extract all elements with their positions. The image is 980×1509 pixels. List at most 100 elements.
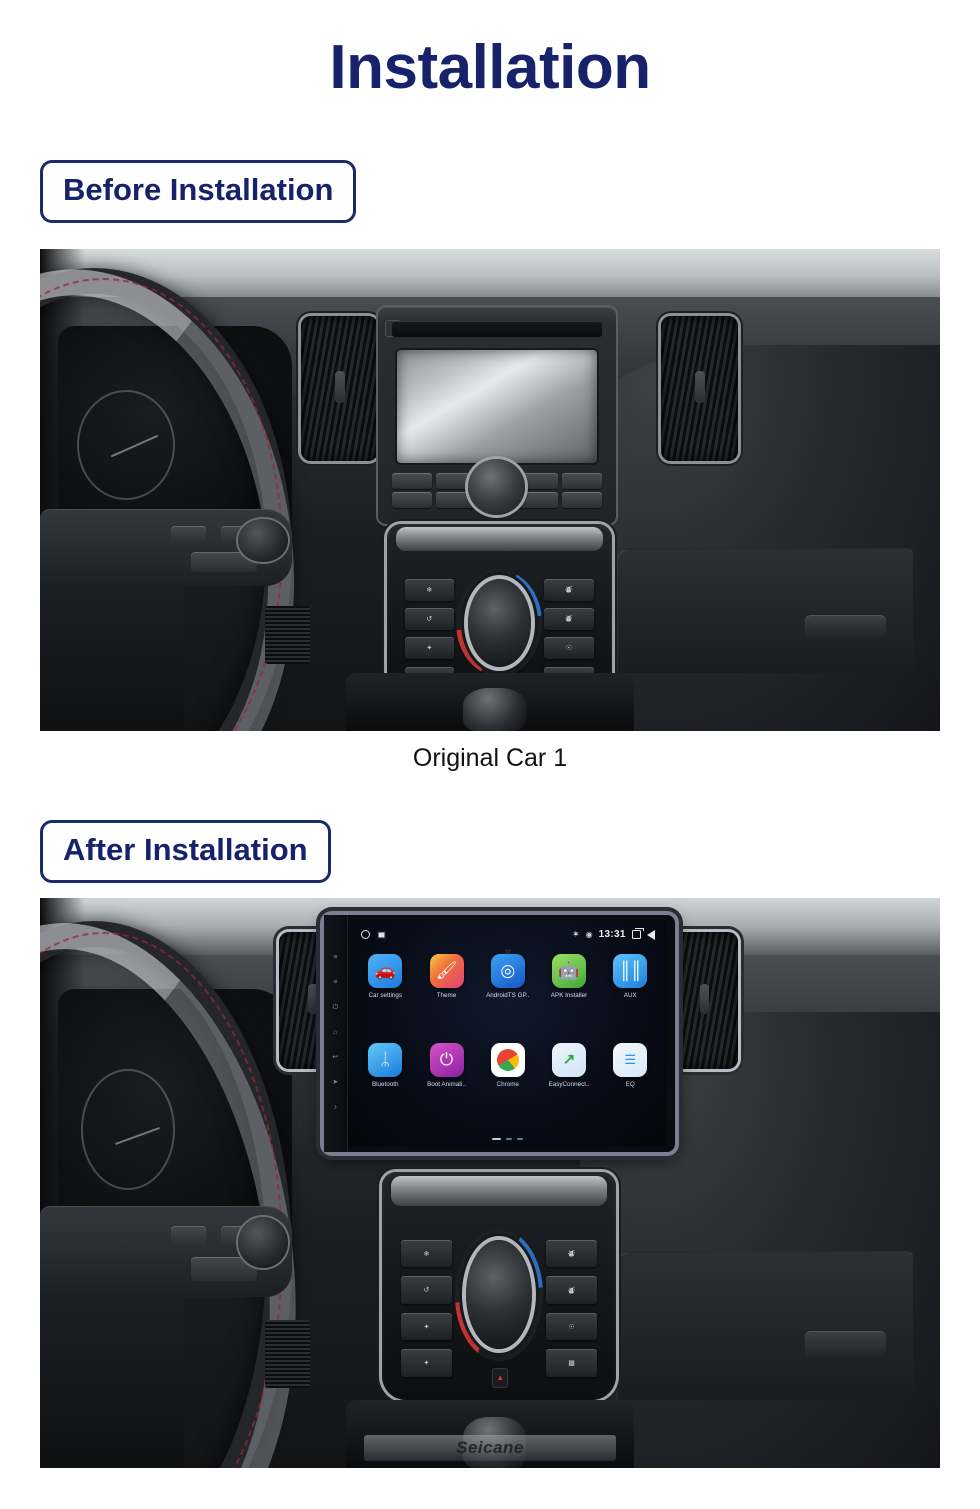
head-unit-bezel-keys[interactable]: ≡ ≡ ⏻ ⌂ ↩ ➤ ♪	[323, 915, 349, 1152]
steering-control-button	[171, 1225, 207, 1246]
radio-button	[391, 473, 432, 489]
gear-icon: ◉	[585, 930, 593, 940]
home-circle-icon[interactable]	[360, 930, 370, 940]
status-bar-right: ✶ ◉ 13:31	[572, 928, 655, 940]
dashboard-scene-after: ≡ ≡ ⏻ ⌂ ↩ ➤ ♪ ✶ ◉ 13:31 🚗 Car settings 🖌…	[40, 898, 940, 1468]
app-androidts-gps[interactable]: ◎ AndroidTS GP..	[480, 953, 535, 1038]
boot-animation-icon[interactable]: ⏻	[429, 1042, 464, 1077]
android-robot-glyph: 🤖	[558, 961, 580, 981]
vent-adjust-tab	[694, 371, 706, 404]
auto-button: ☉	[544, 637, 594, 660]
app-easyconnect[interactable]: ↗ EasyConnect..	[541, 1042, 596, 1127]
app-label: Chrome	[496, 1080, 519, 1088]
app-apk-installer[interactable]: 🤖 APK Installer	[541, 953, 596, 1038]
app-label: APK Installer	[550, 991, 588, 999]
brand-watermark-text: Seicane	[456, 1438, 524, 1458]
glovebox	[616, 547, 913, 674]
screen-mirror-glyph: ↗	[562, 1051, 576, 1069]
ac-button: ❄	[404, 578, 454, 601]
car-glyph: 🚗	[374, 961, 396, 981]
bezel-key-home[interactable]: ⌂	[328, 1029, 342, 1036]
bezel-key-volume-up[interactable]: ≡	[328, 954, 342, 961]
eq-icon[interactable]: ☰	[613, 1042, 648, 1077]
climate-control-panel: ❄ ↺ ✦ ✦ ⛇ ⛇ ☉ ▩ ▲	[382, 1171, 616, 1400]
fan-down-button: ✦	[400, 1312, 453, 1341]
bluetooth-glyph: ᛦ	[380, 1050, 391, 1070]
nav-button	[391, 492, 432, 509]
app-label: Theme	[436, 991, 457, 999]
car-settings-icon[interactable]: 🚗	[368, 953, 403, 988]
chrome-glyph	[496, 1048, 519, 1071]
mode-button: ▩	[545, 1349, 598, 1377]
fan-down-button: ✦	[404, 637, 454, 660]
app-chrome[interactable]: Chrome	[480, 1042, 535, 1127]
aux-icon[interactable]: ║║	[613, 953, 648, 988]
easyconnect-icon[interactable]: ↗	[552, 1042, 586, 1077]
gear-shifter	[463, 687, 526, 731]
app-label: AUX	[623, 991, 637, 999]
android-head-unit[interactable]: ≡ ≡ ⏻ ⌂ ↩ ➤ ♪ ✶ ◉ 13:31 🚗 Car settings 🖌…	[323, 915, 675, 1152]
air-vent-left	[301, 316, 378, 462]
app-label: AndroidTS GP..	[486, 991, 530, 999]
volume-knob	[468, 458, 526, 516]
before-installation-photo: ❄ ↺ ✦ ✦ ⛇ ⛇ ☉ ▩ ▲	[40, 249, 940, 731]
app-boot-animation[interactable]: ⏻ Boot Animati..	[419, 1042, 474, 1127]
app-eq[interactable]: ☰ EQ	[603, 1042, 658, 1127]
tel-button	[561, 473, 602, 489]
home-page-indicator	[348, 1137, 667, 1141]
climate-knob	[467, 578, 531, 667]
app-label: Car settings	[368, 991, 403, 999]
glovebox-handle	[805, 615, 886, 637]
vent-adjust-tab	[308, 984, 318, 1015]
headlight-knob	[238, 1217, 288, 1269]
page-dot[interactable]	[506, 1137, 513, 1141]
factory-screen	[396, 350, 597, 463]
rear-defrost-button: ⛇	[544, 607, 594, 630]
auto-button: ☉	[545, 1312, 598, 1341]
power-glyph: ⏻	[439, 1050, 454, 1070]
rear-defrost-button: ⛇	[545, 1276, 598, 1304]
front-defrost-button: ⛇	[545, 1239, 598, 1268]
climate-knob	[466, 1239, 532, 1350]
app-label: Boot Animati..	[427, 1080, 466, 1088]
brand-watermark: Seicane	[364, 1434, 616, 1462]
chrome-icon[interactable]	[490, 1042, 525, 1077]
theme-brush-icon[interactable]: 🖌	[429, 953, 464, 988]
apps-square-icon[interactable]	[376, 930, 386, 939]
passenger-dashboard	[580, 345, 940, 731]
glovebox	[616, 1251, 913, 1400]
page-dot-active[interactable]	[492, 1137, 502, 1141]
app-bluetooth[interactable]: ᛦ Bluetooth	[358, 1042, 413, 1127]
recirculation-button: ↺	[404, 607, 454, 630]
dashboard-scene-before: ❄ ↺ ✦ ✦ ⛇ ⛇ ☉ ▩ ▲	[40, 249, 940, 731]
page-title: Installation	[329, 33, 651, 102]
app-aux[interactable]: ║║ AUX	[603, 953, 658, 1038]
air-vent-right	[670, 932, 738, 1069]
apk-installer-icon[interactable]: 🤖	[552, 953, 586, 988]
bezel-key-mute[interactable]: ♪	[328, 1104, 342, 1111]
before-installation-badge: Before Installation	[40, 160, 357, 223]
app-car-settings[interactable]: 🚗 Car settings	[358, 953, 413, 1038]
bezel-key-navigation[interactable]: ➤	[328, 1079, 342, 1086]
vent-adjust-tab	[334, 371, 346, 404]
android-touchscreen[interactable]: ✶ ◉ 13:31 ⛆ 🚗 Car se	[348, 919, 668, 1147]
bezel-key-power[interactable]: ⏻	[328, 1004, 342, 1011]
page-dot[interactable]	[517, 1137, 524, 1141]
androidts-gps-icon[interactable]: ◎	[490, 953, 525, 988]
air-vent-right	[661, 316, 738, 462]
android-status-bar: ✶ ◉ 13:31	[348, 920, 667, 950]
bluetooth-icon: ✶	[572, 929, 580, 940]
after-installation-badge: After Installation	[40, 820, 331, 883]
bezel-key-volume-down[interactable]: ≡	[328, 979, 342, 986]
bluetooth-app-icon[interactable]: ᛦ	[368, 1042, 403, 1077]
front-defrost-button: ⛇	[544, 578, 594, 601]
android-app-grid: 🚗 Car settings 🖌 Theme ◎ AndroidTS GP.. …	[358, 953, 658, 1127]
recents-icon[interactable]	[631, 928, 644, 940]
factory-head-unit	[377, 306, 616, 524]
app-theme[interactable]: 🖌 Theme	[419, 953, 474, 1038]
before-photo-caption: Original Car 1	[412, 744, 568, 772]
back-triangle-icon[interactable]	[646, 929, 655, 940]
bezel-key-back[interactable]: ↩	[328, 1054, 342, 1061]
hazard-light-button: ▲	[491, 1367, 509, 1389]
status-bar-left	[360, 930, 386, 940]
